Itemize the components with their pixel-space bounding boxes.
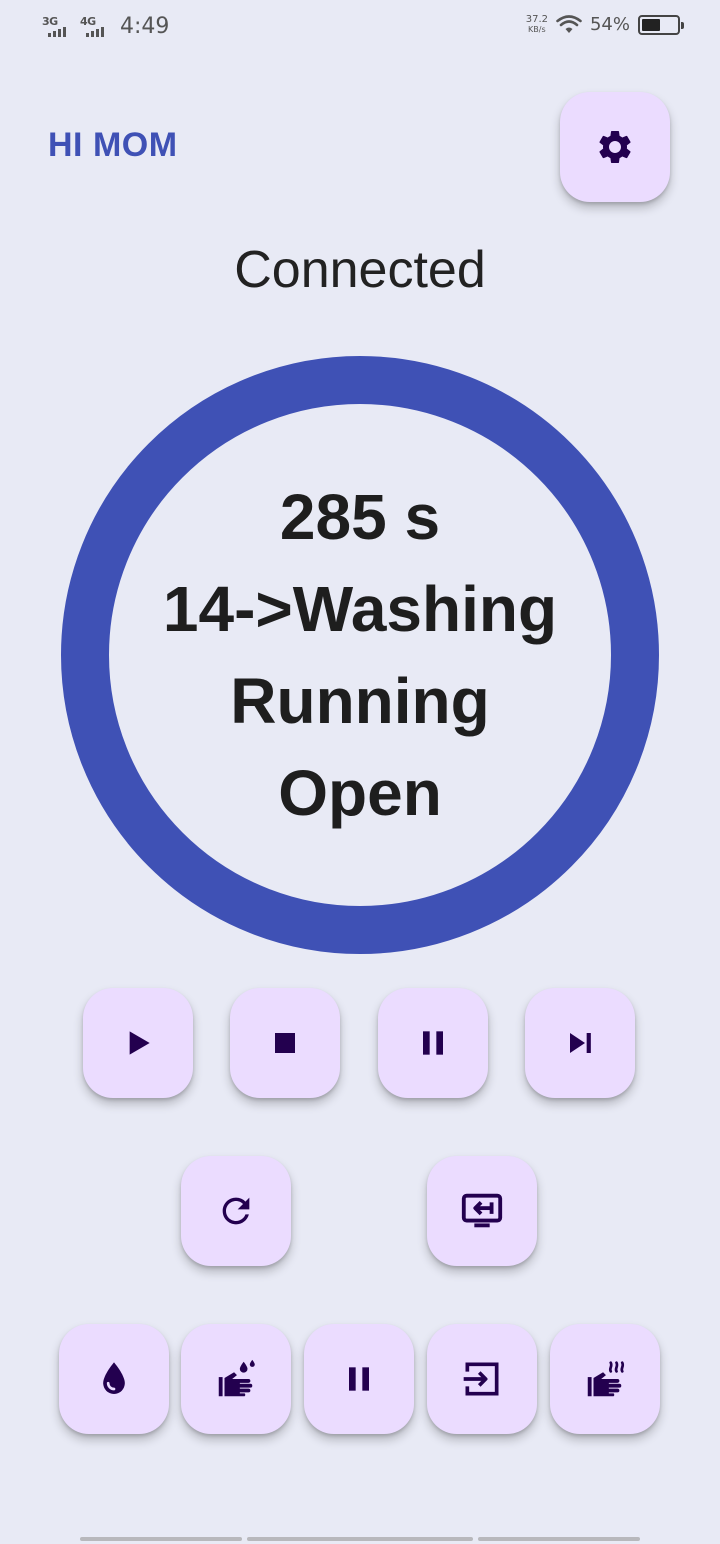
water-button[interactable] <box>59 1324 169 1434</box>
gear-icon <box>599 131 631 163</box>
skip-next-icon <box>570 1033 591 1053</box>
status-bar: 3G 4G 4:49 37.2 KB/s 54% <box>0 0 720 56</box>
play-button[interactable] <box>83 988 193 1098</box>
status-time: 4:49 <box>120 14 170 39</box>
dry-hands-icon <box>587 1361 625 1397</box>
cell-signal-1-icon: 3G <box>42 15 72 39</box>
time-remaining: 285 s <box>279 481 441 553</box>
status-bar-right: 37.2 KB/s 54% <box>525 13 684 35</box>
enter-button[interactable] <box>427 1324 537 1434</box>
dry-hands-button[interactable] <box>550 1324 660 1434</box>
pause-button[interactable] <box>378 988 488 1098</box>
battery-percent: 54% <box>589 14 630 35</box>
wash-hands-icon <box>218 1359 255 1397</box>
refresh-button[interactable] <box>181 1156 291 1266</box>
cell-signal-2-icon: 4G <box>80 15 110 39</box>
program-step: 14->Washing <box>162 573 558 645</box>
app-title: HI MOM <box>48 126 178 164</box>
progress-info: 285 s 14->Washing Running Open <box>61 356 659 954</box>
stop-icon <box>275 1033 295 1053</box>
pause-wash-button[interactable] <box>304 1324 414 1434</box>
network-speed: 37.2 KB/s <box>525 13 548 35</box>
gesture-bar-left <box>80 1537 242 1541</box>
gesture-bar-right <box>478 1537 640 1541</box>
screen-return-icon <box>461 1193 503 1228</box>
battery-level <box>642 18 661 31</box>
screen-return-button[interactable] <box>427 1156 537 1266</box>
enter-icon <box>463 1362 499 1396</box>
battery-icon <box>638 14 684 35</box>
pause-icon <box>349 1367 369 1391</box>
wifi-icon <box>556 14 582 33</box>
network-speed-value: 37.2 <box>525 13 548 25</box>
stop-button[interactable] <box>230 988 340 1098</box>
machine-state: Running <box>230 665 490 737</box>
skip-next-button[interactable] <box>525 988 635 1098</box>
water-drop-icon <box>103 1362 125 1394</box>
settings-button[interactable] <box>560 92 670 202</box>
wash-hands-button[interactable] <box>181 1324 291 1434</box>
pause-icon <box>423 1031 443 1055</box>
refresh-icon <box>222 1197 250 1225</box>
play-icon <box>129 1031 150 1055</box>
door-state: Open <box>278 757 442 829</box>
connection-status: Connected <box>234 241 486 299</box>
status-bar-left: 3G 4G 4:49 <box>42 14 169 39</box>
network-speed-unit: KB/s <box>528 24 546 34</box>
gesture-bar-center <box>247 1537 473 1541</box>
